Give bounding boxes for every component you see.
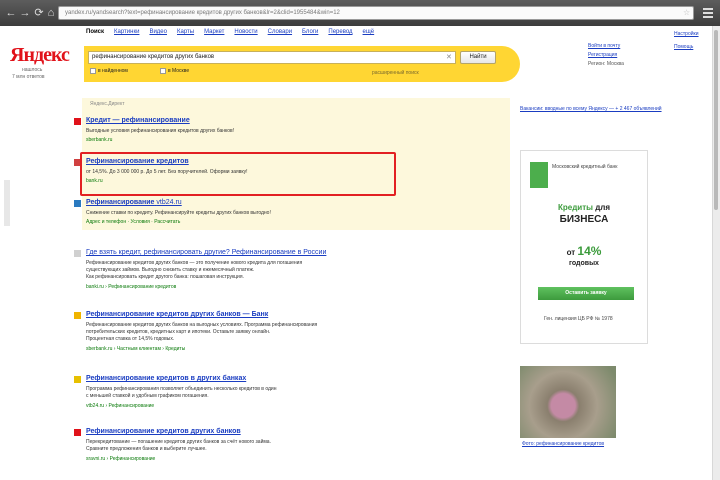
result-url[interactable]: vtb24.ru › Рефинансирование [86,403,154,409]
highlight-frame [80,152,396,196]
result-favicon-icon [74,429,81,436]
result-snippet: потребительских кредитов, кредитных карт… [86,329,271,335]
clear-search-icon[interactable]: ✕ [446,53,452,61]
ad-text: Выгодные условия рефинансирования кредит… [86,128,235,134]
logo-found-label: нашлось [22,67,43,73]
tab-images[interactable]: Картинки [114,29,139,35]
scrollbar-thumb[interactable] [714,30,718,210]
results-count: 7 млн ответов [12,74,45,80]
banner-note: Ген. лицензия ЦБ РФ № 1978 [544,316,613,322]
tab-news[interactable]: Новости [234,29,257,35]
result-snippet: Рефинансирование кредитов других банков … [86,322,318,328]
banner-rate-unit: годовых [569,260,599,267]
result-snippet: Рефинансирование кредитов других банков … [86,260,303,266]
region-label: Регион: Москва [588,61,624,67]
result-snippet: с меньшей ставкой и удобным графиком пог… [86,393,209,399]
checkbox-icon[interactable] [160,68,166,74]
result-url[interactable]: banki.ru › Рефинансирование кредитов [86,284,176,290]
register-link[interactable]: Регистрация [588,52,624,59]
ad-inline-url[interactable]: vtb24.ru [156,199,181,206]
result-url[interactable]: sravni.ru › Рефинансирование [86,456,155,462]
scope-region-checkbox[interactable]: в Москве [160,68,189,74]
tab-more[interactable]: ещё [363,29,375,35]
side-feedback-tab[interactable] [4,180,10,226]
ad-title-link[interactable]: Рефинансирование vtb24.ru [86,199,182,206]
tab-maps[interactable]: Карты [177,29,194,35]
right-promo-link[interactable]: Вакансии: вводные по всему Яндексу — + 2… [520,106,690,113]
banner-rate: от 14% [566,244,602,258]
result-favicon-icon [74,312,81,319]
checkbox-icon[interactable] [90,68,96,74]
service-tabs: Поиск Картинки Видео Карты Маркет Новост… [86,29,374,35]
home-icon[interactable]: ⌂ [44,6,58,20]
ad-text: Снижение ставки по кредиту. Рефинансируй… [86,210,271,216]
login-link[interactable]: Войти в почту [588,43,624,50]
result-snippet: Как рефинансировать кредит другого банка… [86,274,244,280]
result-title-link[interactable]: Рефинансирование кредитов в других банка… [86,375,246,382]
result-title-link[interactable]: Где взять кредит, рефинансировать другие… [86,249,326,256]
bank-name: Московский кредитный банк [552,164,618,170]
tab-dictionaries[interactable]: Словари [268,29,292,35]
photo-caption-link[interactable]: Фото: рефинансирование кредитов [522,441,632,448]
search-input[interactable]: рефинансирование кредитов других банков [88,51,456,64]
result-snippet: Перекредитование — погашение кредитов др… [86,439,271,445]
browser-menu-icon[interactable] [701,6,715,20]
tab-video[interactable]: Видео [149,29,167,35]
ad-favicon-icon [74,118,81,125]
result-title-link[interactable]: Рефинансирование кредитов других банков [86,428,241,435]
banner-apply-button[interactable]: Оставить заявку [538,287,634,300]
result-url[interactable]: sberbank.ru › Частным клиентам › Кредиты [86,346,185,352]
result-snippet: существующих займов. Выгодно снизить ста… [86,267,255,273]
result-photo[interactable] [520,366,616,438]
ad-sitelinks[interactable]: Адрес и телефон · Условия · Рассчитать [86,219,180,225]
settings-links: Настройки Помощь [674,30,699,56]
scope-region-label: в Москве [168,68,190,74]
ads-label: Яндекс.Директ [90,101,125,107]
tab-market[interactable]: Маркет [204,29,224,35]
forward-icon[interactable]: → [18,6,32,20]
scope-found-checkbox[interactable]: в найденном [90,68,128,74]
scope-found-label: в найденном [98,68,128,74]
bookmark-star-icon[interactable]: ☆ [683,8,690,17]
search-button[interactable]: Найти [460,51,496,64]
ad-url[interactable]: sberbank.ru [86,137,112,143]
back-icon[interactable]: ← [4,6,18,20]
result-title-link[interactable]: Рефинансирование кредитов других банков … [86,311,268,318]
settings-link[interactable]: Настройки [674,30,699,38]
bank-logo-icon [530,162,548,188]
ad-title-link[interactable]: Кредит — рефинансирование [86,117,190,124]
tab-search[interactable]: Поиск [86,29,104,35]
result-favicon-icon [74,376,81,383]
advanced-search-link[interactable]: расширенный поиск [372,70,419,76]
result-snippet: Процентная ставка от 14,5% годовых. [86,336,175,342]
result-snippet: Сравните предложения банков и выберите л… [86,446,207,452]
result-snippet: Программа рефинансирования позволяет объ… [86,386,277,392]
user-links: Войти в почту Регистрация Регион: Москва [588,43,624,70]
region-link[interactable]: Москва [607,61,624,67]
help-link[interactable]: Помощь [674,43,699,51]
banner-business: БИЗНЕСА [559,214,609,225]
banner-headline: Кредиты для [557,203,611,212]
result-favicon-icon [74,250,81,257]
yandex-logo[interactable]: Яндекс [10,44,70,67]
ad-favicon-icon [74,200,81,207]
tab-blogs[interactable]: Блоги [302,29,318,35]
address-bar[interactable]: yandex.ru/yandsearch?text=рефинансирован… [58,6,694,20]
tab-translate[interactable]: Перевод [328,29,352,35]
